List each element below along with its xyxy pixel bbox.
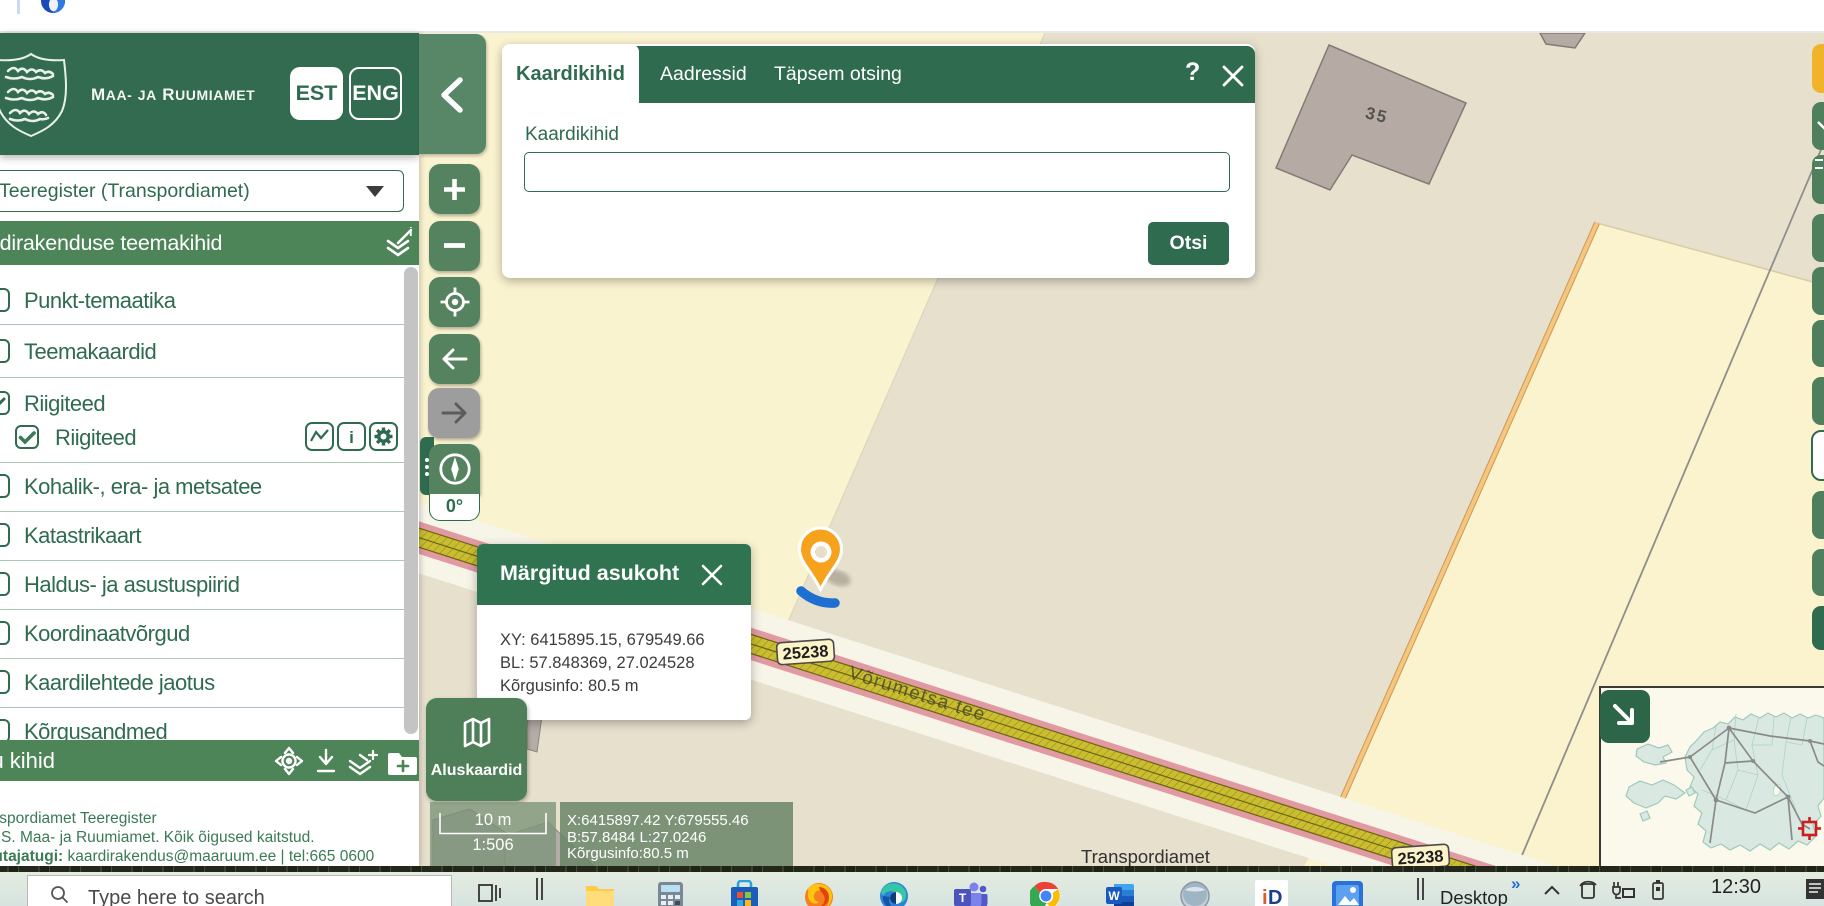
svg-text:i: i bbox=[409, 227, 413, 239]
svg-text:i: i bbox=[349, 428, 354, 447]
svg-text:T: T bbox=[959, 891, 967, 905]
svg-text:Transpordiamet: Transpordiamet bbox=[1081, 846, 1210, 867]
svg-text:i: i bbox=[1262, 887, 1268, 906]
svg-text:W: W bbox=[1108, 889, 1120, 903]
svg-text:D: D bbox=[1268, 887, 1282, 906]
svg-text:25238: 25238 bbox=[782, 642, 829, 663]
